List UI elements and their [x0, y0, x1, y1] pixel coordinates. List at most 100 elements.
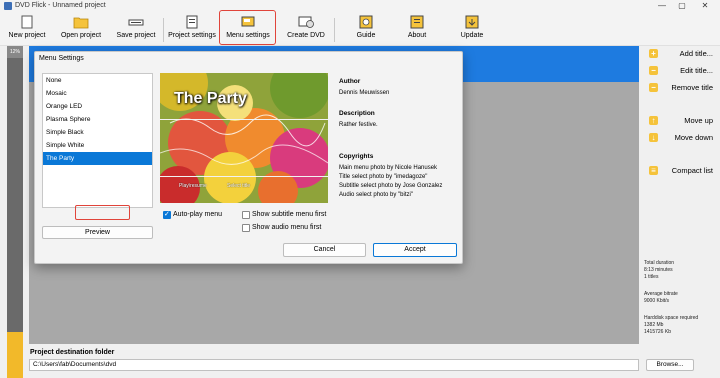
menu-item[interactable]: Mosaic	[43, 87, 152, 100]
project-settings-label: Project settings	[168, 32, 216, 39]
author-value: Dennis Meuwissen	[339, 90, 390, 96]
edit-title-button[interactable]: − Edit title...	[649, 65, 719, 77]
update-button[interactable]: Update	[455, 13, 489, 45]
copyright-line: Subtitle select photo by Jose Gonzalez	[339, 183, 443, 189]
compact-list-button[interactable]: ≡ Compact list	[649, 165, 719, 177]
preview-highlight-line	[160, 119, 328, 120]
new-document-icon	[21, 15, 33, 29]
new-project-label: New project	[8, 32, 46, 39]
preview-select-label: Select title	[227, 183, 251, 189]
author-heading: Author	[339, 78, 361, 85]
window-title: DVD Flick - Unnamed project	[15, 2, 106, 9]
update-icon	[465, 15, 479, 29]
update-label: Update	[460, 32, 484, 39]
remove-title-label: Remove title	[671, 83, 713, 92]
edit-title-label: Edit title...	[680, 66, 713, 75]
copyright-line: Title select photo by "imedagoze"	[339, 174, 428, 180]
menu-item[interactable]: Orange LED	[43, 100, 152, 113]
close-button[interactable]: ✕	[695, 1, 715, 11]
save-project-button[interactable]: Save project	[114, 13, 158, 45]
accept-button[interactable]: Accept	[373, 243, 457, 257]
avg-bitrate-value: 9000 Kbit/s	[644, 298, 670, 304]
menu-preview-image: The Party Play\resume Select title	[160, 73, 328, 203]
preview-button[interactable]: Preview	[42, 226, 153, 239]
dialog-body: None Mosaic Orange LED Plasma Sphere Sim…	[42, 72, 455, 255]
project-settings-button[interactable]: Project settings	[167, 13, 217, 45]
create-dvd-button[interactable]: Create DVD	[284, 13, 328, 45]
arrow-up-icon: ↑	[649, 116, 658, 125]
move-down-button[interactable]: ↓ Move down	[649, 132, 719, 144]
avg-bitrate-label: Average bitrate	[644, 291, 678, 297]
toolbar: New project Open project Save project Pr…	[0, 12, 720, 46]
copyright-line: Main menu photo by Nicole Hanusek	[339, 165, 438, 171]
minimize-button[interactable]: —	[652, 1, 672, 11]
destination-path-input[interactable]: C:\Users\fab\Documents\dvd	[29, 359, 639, 371]
total-duration-label: Total duration	[644, 260, 675, 266]
cancel-button[interactable]: Cancel	[283, 243, 366, 257]
save-project-label: Save project	[116, 32, 156, 39]
move-up-label: Move up	[684, 116, 713, 125]
selected-menu-highlight	[75, 205, 130, 220]
capacity-percent: 12%	[7, 46, 23, 58]
compact-icon: ≡	[649, 166, 658, 175]
audio-first-label: Show audio menu first	[252, 224, 322, 231]
preview-title: The Party	[174, 90, 247, 107]
new-project-button[interactable]: New project	[6, 13, 48, 45]
open-project-button[interactable]: Open project	[58, 13, 104, 45]
menu-settings-highlight	[219, 10, 276, 45]
browse-button[interactable]: Browse...	[646, 359, 694, 371]
toolbar-divider	[163, 18, 164, 42]
plus-icon: +	[649, 49, 658, 58]
toolbar-divider	[334, 18, 335, 42]
subtitle-first-label: Show subtitle menu first	[252, 211, 327, 218]
harddisk-mb: 1382 Mb	[644, 322, 664, 328]
preview-highlight-line	[160, 176, 328, 177]
menu-item[interactable]: Plasma Sphere	[43, 113, 152, 126]
edit-icon: −	[649, 66, 658, 75]
compact-list-label: Compact list	[671, 166, 713, 175]
total-duration-value: 8:13 minutes	[644, 267, 673, 273]
guide-icon	[359, 15, 373, 29]
menu-list[interactable]: None Mosaic Orange LED Plasma Sphere Sim…	[42, 73, 153, 208]
harddisk-kb: 1415726 Kb	[644, 329, 671, 335]
copyrights-heading: Copyrights	[339, 153, 374, 160]
copyright-line: Audio select photo by "bitzi"	[339, 192, 413, 198]
remove-title-button[interactable]: − Remove title	[649, 82, 719, 94]
about-label: About	[407, 32, 427, 39]
guide-label: Guide	[356, 32, 376, 39]
create-dvd-label: Create DVD	[287, 32, 325, 39]
autoplay-checkbox[interactable]	[163, 210, 171, 219]
menu-item[interactable]: None	[43, 74, 152, 87]
save-icon	[128, 19, 144, 26]
folder-icon	[73, 17, 89, 29]
autoplay-label: Auto-play menu	[173, 211, 223, 218]
settings-document-icon	[186, 15, 198, 29]
preview-play-label: Play\resume	[179, 183, 207, 189]
about-button[interactable]: About	[400, 13, 434, 45]
move-up-button[interactable]: ↑ Move up	[649, 115, 719, 127]
open-project-label: Open project	[60, 32, 102, 39]
app-icon	[4, 2, 12, 10]
add-title-button[interactable]: + Add title...	[649, 48, 719, 60]
titles-count: 1 titles	[644, 274, 659, 280]
capacity-bar	[7, 46, 23, 346]
move-down-label: Move down	[674, 133, 713, 142]
add-title-label: Add title...	[679, 49, 713, 58]
remove-icon: −	[649, 83, 658, 92]
harddisk-label: Harddisk space required	[644, 315, 699, 321]
audio-first-checkbox[interactable]	[242, 224, 250, 232]
guide-button[interactable]: Guide	[349, 13, 383, 45]
menu-item[interactable]: Simple Black	[43, 126, 152, 139]
menu-settings-dialog: Menu Settings None Mosaic Orange LED Pla…	[34, 51, 463, 264]
description-value: Rather festive.	[339, 122, 378, 128]
about-icon	[410, 15, 424, 29]
menu-item[interactable]: Simple White	[43, 139, 152, 152]
maximize-button[interactable]: ▢	[672, 1, 692, 11]
subtitle-first-checkbox[interactable]	[242, 211, 250, 219]
menu-item-selected[interactable]: The Party	[43, 152, 152, 165]
arrow-down-icon: ↓	[649, 133, 658, 142]
destination-label: Project destination folder	[30, 349, 115, 356]
description-heading: Description	[339, 110, 375, 117]
dialog-title: Menu Settings	[39, 55, 84, 62]
capacity-fill	[7, 332, 23, 378]
